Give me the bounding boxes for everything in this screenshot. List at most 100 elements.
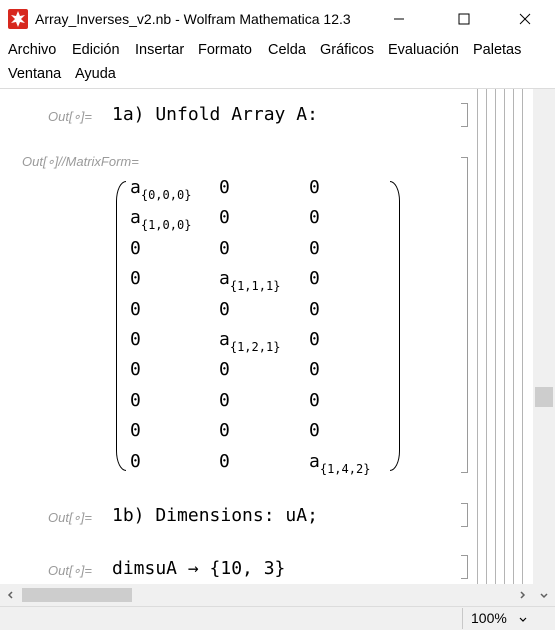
matrix-cell-base: a	[219, 268, 230, 290]
matrix-cell-base: 0	[309, 359, 320, 381]
matrix-cell: 0	[130, 268, 141, 289]
menu-insertar[interactable]: Insertar	[135, 42, 184, 58]
matrix-cell-base: 0	[130, 237, 141, 259]
group-bracket-line[interactable]	[486, 89, 487, 584]
matrix-cell-base: 0	[219, 298, 230, 320]
group-bracket-line[interactable]	[495, 89, 496, 584]
matrix-cell-base: 0	[130, 359, 141, 381]
menu-graficos[interactable]: Gráficos	[320, 42, 374, 58]
matrix-cell: 0	[309, 390, 320, 411]
matrix-cell-base: 0	[219, 450, 230, 472]
minimize-icon	[394, 18, 404, 20]
scroll-right-button[interactable]	[511, 584, 533, 606]
matrix-cell: 0	[130, 299, 141, 320]
menu-evaluacion[interactable]: Evaluación	[388, 42, 459, 58]
close-icon	[519, 13, 531, 25]
matrix-cell-base: 0	[219, 359, 230, 381]
matrix-cell-subscript: {1,0,0}	[140, 218, 192, 233]
matrix-cell-base: 0	[309, 389, 320, 411]
matrix-cell-base: a	[130, 177, 141, 198]
menu-bar: Archivo Edición Insertar Formato Celda G…	[0, 38, 555, 89]
matrix-cell: 0	[219, 238, 230, 259]
matrix-cell: a{1,2,1}	[219, 329, 280, 354]
scroll-down-button[interactable]	[533, 584, 555, 606]
matrix-cell: 0	[309, 268, 320, 289]
close-button[interactable]	[502, 0, 548, 38]
group-bracket-line[interactable]	[477, 89, 478, 584]
matrix-cell: a{1,1,1}	[219, 268, 280, 293]
matrix-form[interactable]: a{0,0,0} 0 0 a{1,0,0} 0 0 0 0 0 0 a{1,1,1} 0 0 0 0 0 a{1…	[0, 89, 460, 489]
horizontal-scrollbar[interactable]	[0, 584, 555, 606]
menu-paletas[interactable]: Paletas	[473, 42, 521, 58]
zoom-value: 100%	[471, 610, 507, 626]
matrix-cell-base: 0	[309, 329, 320, 350]
chevron-down-icon	[540, 593, 548, 599]
matrix-cell: 0	[219, 299, 230, 320]
matrix-cell: 0	[309, 177, 320, 198]
horizontal-scroll-thumb[interactable]	[22, 588, 132, 602]
matrix-cell-base: 0	[309, 268, 320, 290]
scroll-left-button[interactable]	[0, 584, 22, 606]
matrix-cell: 0	[219, 359, 230, 380]
group-bracket-line[interactable]	[522, 89, 523, 584]
matrix-cell-subscript: {1,4,2}	[319, 461, 371, 476]
cell-output-text[interactable]: 1b) Dimensions: uA;	[112, 505, 318, 526]
matrix-cell-base: 0	[309, 207, 320, 229]
matrix-cell: 0	[309, 359, 320, 380]
matrix-cell-base: 0	[130, 268, 141, 290]
matrix-cell: 0	[130, 359, 141, 380]
menu-formato[interactable]: Formato	[198, 42, 252, 58]
chevron-right-icon	[520, 591, 526, 599]
matrix-cell-base: 0	[219, 207, 230, 229]
matrix-cell-base: 0	[309, 177, 320, 198]
matrix-cell-base: 0	[219, 420, 230, 442]
matrix-cell: 0	[130, 238, 141, 259]
matrix-cell: 0	[219, 451, 230, 472]
cell-bracket[interactable]	[461, 555, 468, 579]
matrix-cell-base: 0	[309, 420, 320, 442]
menu-ayuda[interactable]: Ayuda	[75, 66, 116, 82]
matrix-cell: 0	[309, 238, 320, 259]
chevron-left-icon	[7, 591, 13, 599]
matrix-cell: a{0,0,0}	[130, 177, 191, 202]
matrix-cell-base: 0	[130, 329, 141, 350]
vertical-scroll-thumb[interactable]	[535, 387, 553, 407]
matrix-cell: 0	[130, 451, 141, 472]
matrix-cell-subscript: {1,2,1}	[229, 340, 281, 354]
matrix-cell: 0	[309, 299, 320, 320]
zoom-level[interactable]: 100%	[462, 608, 541, 629]
matrix-cell-base: 0	[309, 298, 320, 320]
menu-ventana[interactable]: Ventana	[8, 66, 61, 82]
cell-label: Out[∘]=	[48, 510, 92, 525]
matrix-cell-base: 0	[219, 389, 230, 411]
cell-bracket[interactable]	[461, 157, 468, 473]
cell-output-text[interactable]: dimsuA → {10, 3}	[112, 558, 285, 579]
cell-bracket[interactable]	[461, 103, 468, 127]
cell-bracket[interactable]	[461, 503, 468, 527]
left-paren	[116, 181, 126, 471]
menu-archivo[interactable]: Archivo	[8, 42, 56, 58]
menu-edicion[interactable]: Edición	[72, 42, 120, 58]
minimize-button[interactable]	[376, 0, 422, 38]
wolfram-mathematica-icon	[8, 9, 28, 29]
matrix-cell: 0	[219, 420, 230, 441]
matrix-cell-base: 0	[130, 450, 141, 472]
menu-celda[interactable]: Celda	[268, 42, 306, 58]
matrix-cell-base: 0	[309, 237, 320, 259]
matrix-cell-base: 0	[130, 420, 141, 442]
matrix-cell: a{1,4,2}	[309, 451, 370, 476]
matrix-cell: 0	[309, 207, 320, 228]
notebook-area[interactable]: Out[∘]= 1a) Unfold Array A: Out[∘]//Matr…	[0, 89, 555, 584]
matrix-cell-base: a	[219, 329, 230, 350]
matrix-cell-base: 0	[130, 389, 141, 411]
matrix-cell: a{1,0,0}	[130, 207, 191, 232]
group-bracket-line[interactable]	[513, 89, 514, 584]
maximize-button[interactable]	[441, 0, 487, 38]
maximize-icon	[458, 13, 470, 25]
group-bracket-line[interactable]	[504, 89, 505, 584]
vertical-scrollbar[interactable]	[533, 89, 555, 584]
matrix-cell-subscript: {0,0,0}	[140, 188, 192, 202]
title-bar: Array_Inverses_v2.nb - Wolfram Mathemati…	[0, 0, 555, 38]
matrix-cell-base: 0	[219, 237, 230, 259]
matrix-cell-base: 0	[130, 298, 141, 320]
